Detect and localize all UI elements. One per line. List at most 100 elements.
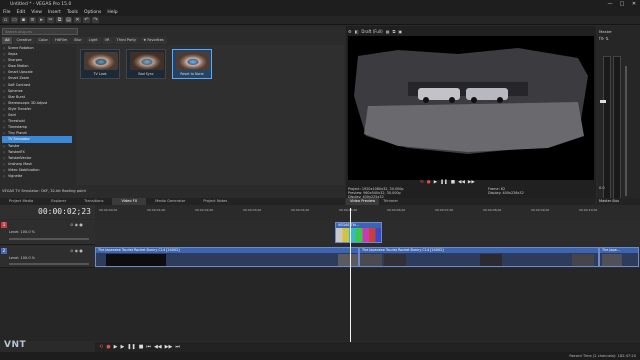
delete-icon[interactable]: ✕ xyxy=(74,17,81,23)
ruler-tick-label: 00:00:07;00 xyxy=(435,208,454,212)
tab-video-fx[interactable]: Video FX xyxy=(112,198,147,205)
go-to-start-button[interactable]: ⏮ xyxy=(146,342,151,352)
track-header-1[interactable]: 1 Level: 100.0 % ⊘ ◉ ● xyxy=(0,220,95,245)
track-level-slider[interactable] xyxy=(9,263,89,265)
undo-icon[interactable]: ↶ xyxy=(83,17,90,23)
record-icon[interactable]: ● xyxy=(427,180,431,186)
fx-search-input[interactable]: Search plug-ins xyxy=(2,28,78,35)
stop-button[interactable]: ■ xyxy=(139,342,144,352)
menu-help[interactable]: Help xyxy=(107,9,117,16)
record-button[interactable]: ● xyxy=(106,342,110,352)
menu-bar: File Edit View Insert Tools Options Help xyxy=(0,9,640,16)
loop-icon[interactable]: ⟲ xyxy=(420,180,424,186)
save-icon[interactable]: ▪ xyxy=(20,17,27,23)
preset-bad-sync[interactable]: Bad Sync xyxy=(126,49,166,79)
copy-snapshot-icon[interactable]: ⧉ xyxy=(392,28,395,36)
fx-description: VEGAS TV Simulator: OXF, 32-bit floating… xyxy=(2,189,86,193)
video-clip[interactable]: The Japa... xyxy=(599,247,639,267)
next-frame-button[interactable]: ▶▶ xyxy=(165,342,173,352)
menu-view[interactable]: View xyxy=(31,9,42,16)
tab-third-party[interactable]: Third Party xyxy=(113,37,140,44)
menu-file[interactable]: File xyxy=(3,9,11,16)
master-fader-track[interactable] xyxy=(625,66,627,196)
preset-tv-look[interactable]: TV Look xyxy=(80,49,120,79)
menu-edit[interactable]: Edit xyxy=(17,9,26,16)
copy-icon[interactable]: ⧉ xyxy=(56,17,63,23)
clip-thumbnail xyxy=(336,228,381,242)
record-time: Record Time (2 channels): 182:47:20 xyxy=(569,354,636,358)
maximize-button[interactable]: □ xyxy=(616,0,628,9)
tab-project-media[interactable]: Project Media xyxy=(0,198,42,205)
tab-color[interactable]: Color xyxy=(35,37,51,44)
redo-icon[interactable]: ↷ xyxy=(92,17,99,23)
video-clip[interactable]: The Japanese Tourist Rocket Bunny C14 [2… xyxy=(95,247,359,267)
menu-tools[interactable]: Tools xyxy=(67,9,78,16)
track-level-slider[interactable] xyxy=(9,238,89,240)
title-clip[interactable]: VEGAS Titl... xyxy=(335,222,382,243)
track-header-2[interactable]: 2 Level: 100.0 % ⊘ ◉ ● xyxy=(0,246,95,268)
play-from-start-button[interactable]: ▶ xyxy=(114,342,118,352)
master-meter-left xyxy=(603,56,611,206)
clip-thumbnail xyxy=(602,254,622,266)
master-fader-handle[interactable] xyxy=(600,100,606,103)
overlays-icon[interactable]: ▦ xyxy=(386,28,390,36)
track-controls-icon[interactable]: ⊘ ◉ ● xyxy=(70,222,83,227)
main-toolbar: ▫ ▭ ▪ ≡ ▸ ✂ ⧉ ▤ ✕ ↶ ↷ xyxy=(0,16,640,25)
tab-project-notes[interactable]: Project Notes xyxy=(194,198,236,205)
tab-master-bus[interactable]: Master Bus xyxy=(597,198,640,205)
preset-label: Reset to None xyxy=(180,72,204,76)
paste-icon[interactable]: ▤ xyxy=(65,17,72,23)
go-to-end-button[interactable]: ⏭ xyxy=(175,342,180,352)
preset-reset-to-none[interactable]: Reset to None xyxy=(172,49,212,79)
pause-button[interactable]: ❚❚ xyxy=(127,342,135,352)
save-snapshot-icon[interactable]: ▣ xyxy=(398,28,402,36)
playhead-cursor[interactable] xyxy=(350,208,351,342)
loop-playback-icon[interactable]: ⟲ xyxy=(99,342,103,352)
fx-list-item[interactable]: Vignette xyxy=(2,173,72,179)
tab-trimmer[interactable]: Trimmer xyxy=(379,198,402,205)
pause-icon[interactable]: ❚❚ xyxy=(440,180,448,186)
tab-hitfilm[interactable]: HitFilm xyxy=(51,37,71,44)
split-screen-icon[interactable]: ◧ xyxy=(355,28,359,36)
timeline-timecode: 00:00:02;23 xyxy=(0,205,95,219)
properties-icon[interactable]: ≡ xyxy=(29,17,36,23)
render-icon[interactable]: ▸ xyxy=(38,17,45,23)
previous-frame-button[interactable]: ◀◀ xyxy=(154,342,162,352)
master-fx-icon[interactable]: f⚙ ⇅ xyxy=(599,36,609,41)
track-2-lane[interactable]: The Japanese Tourist Rocket Bunny C14 [2… xyxy=(95,246,640,268)
track-level: Level: 100.0 % xyxy=(9,256,35,260)
tab-creative[interactable]: Creative xyxy=(13,37,35,44)
tab-explorer[interactable]: Explorer xyxy=(42,198,75,205)
tab-blur[interactable]: Blur xyxy=(71,37,85,44)
minimize-button[interactable]: — xyxy=(604,0,616,9)
tab-favorites[interactable]: ★ Favorites xyxy=(140,37,167,44)
new-icon[interactable]: ▫ xyxy=(2,17,9,23)
tab-media-generator[interactable]: Media Generator xyxy=(146,198,194,205)
tab-all[interactable]: All xyxy=(2,37,13,44)
display-info-right: Display: 400x226x32 xyxy=(488,191,524,195)
track-1-lane[interactable]: VEGAS Titl... xyxy=(95,220,640,245)
tab-video-preview[interactable]: Video Preview xyxy=(346,198,380,205)
track-controls-icon[interactable]: ⊘ ◉ ● xyxy=(70,248,83,253)
preview-settings-icon[interactable]: ⚙ xyxy=(348,28,352,36)
menu-insert[interactable]: Insert xyxy=(48,9,61,16)
video-clip[interactable]: The Japanese Tourist Rocket Bunny C14 [2… xyxy=(359,247,599,267)
clip-thumbnail xyxy=(572,254,594,266)
cut-icon[interactable]: ✂ xyxy=(47,17,54,23)
close-button[interactable]: ✕ xyxy=(628,0,640,9)
play-icon[interactable]: ▶ xyxy=(434,180,437,186)
preview-quality-dropdown[interactable]: Draft (Full) xyxy=(361,28,382,36)
fast-forward-icon[interactable]: ▶▶ xyxy=(468,180,475,186)
play-button[interactable]: ▶ xyxy=(120,342,124,352)
stop-icon[interactable]: ■ xyxy=(451,180,455,186)
tab-vr[interactable]: VR xyxy=(101,37,113,44)
rewind-icon[interactable]: ◀◀ xyxy=(458,180,465,186)
ruler-tick-label: 00:00:04;00 xyxy=(291,208,310,212)
tab-transitions[interactable]: Transitions xyxy=(75,198,112,205)
menu-options[interactable]: Options xyxy=(84,9,101,16)
open-icon[interactable]: ▭ xyxy=(11,17,18,23)
clip-thumbnail xyxy=(360,254,382,266)
tab-light[interactable]: Light xyxy=(85,37,101,44)
ruler-tick-label: 00:00:03;00 xyxy=(243,208,262,212)
timeline-empty-area[interactable] xyxy=(0,268,640,341)
